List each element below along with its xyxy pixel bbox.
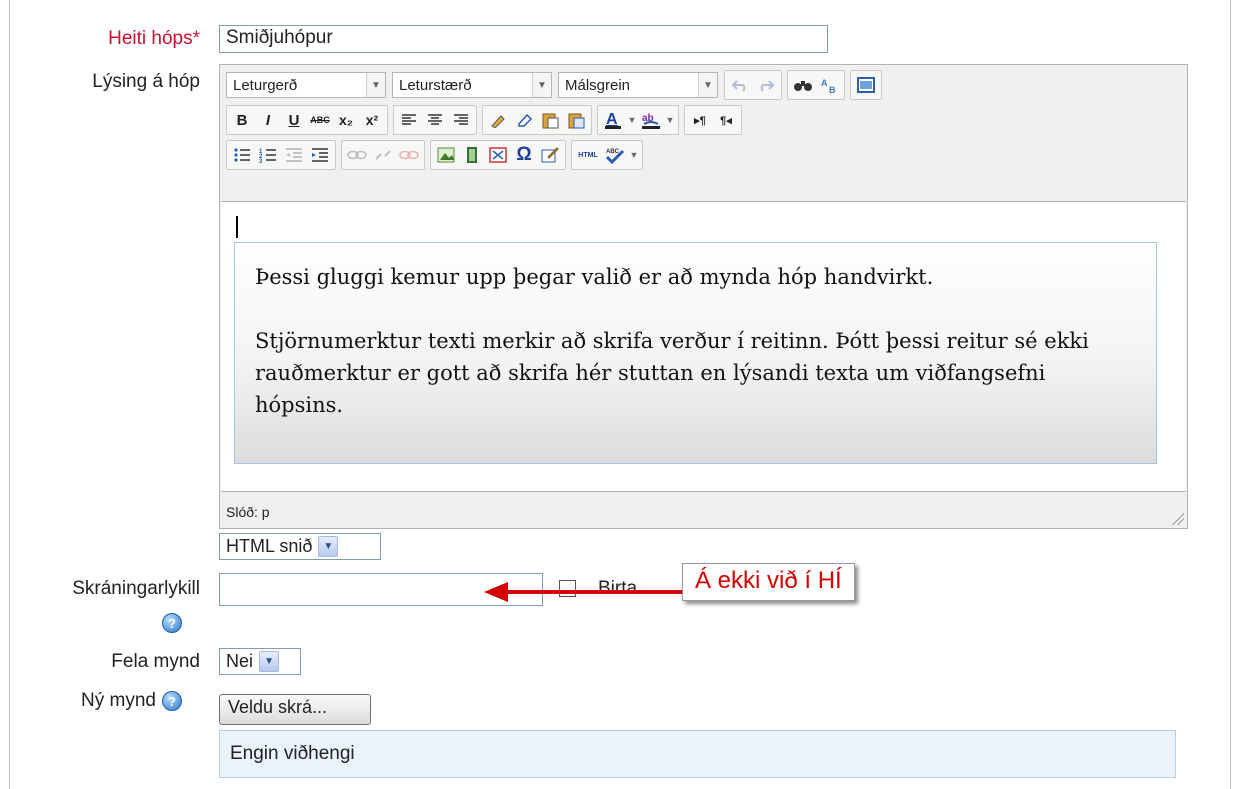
chevron-down-icon: ▼ xyxy=(259,651,280,672)
format-select[interactable]: HTML snið ▼ xyxy=(219,533,381,560)
font-family-select[interactable]: Leturgerð ▼ xyxy=(226,72,386,98)
superscript-icon[interactable]: x² xyxy=(360,108,384,132)
html-source-icon[interactable]: HTML xyxy=(575,143,601,167)
align-left-icon[interactable] xyxy=(397,108,421,132)
eraser-icon[interactable] xyxy=(512,108,536,132)
text-color-icon[interactable]: A xyxy=(601,108,625,132)
chevron-down-icon: ▼ xyxy=(366,73,385,97)
direction-group: ▸¶ ¶◂ xyxy=(684,105,742,135)
omega-icon[interactable]: Ω xyxy=(512,143,536,167)
format-select-value: HTML snið xyxy=(226,536,313,556)
annotation-note: Á ekki við í HÍ xyxy=(682,563,855,601)
source-group: HTML ABC ▼ xyxy=(571,140,643,170)
hide-picture-select-value: Nei xyxy=(226,651,254,671)
anchor-link-icon[interactable] xyxy=(397,143,421,167)
paragraph-select-value: Málsgrein xyxy=(565,76,631,94)
edit-document-icon[interactable] xyxy=(538,143,562,167)
help-icon[interactable]: ? xyxy=(162,613,182,633)
description-label: Lýsing á hóp xyxy=(92,71,200,92)
chevron-down-icon[interactable]: ▼ xyxy=(627,108,637,132)
media-icon[interactable] xyxy=(460,143,484,167)
text-caret xyxy=(236,216,238,238)
strikethrough-icon[interactable]: ABC xyxy=(308,108,332,132)
table-icon[interactable] xyxy=(486,143,510,167)
highlight-color-icon[interactable]: ab xyxy=(639,108,663,132)
align-right-icon[interactable] xyxy=(449,108,473,132)
paste-word-icon[interactable] xyxy=(564,108,588,132)
hide-picture-label: Fela mynd xyxy=(111,651,200,672)
underline-icon[interactable]: U xyxy=(282,108,306,132)
ltr-icon[interactable]: ▸¶ xyxy=(688,108,712,132)
attachments-panel: Engin viðhengi xyxy=(219,730,1176,778)
paste-text-icon[interactable] xyxy=(538,108,562,132)
chevron-down-icon: ▼ xyxy=(318,536,339,557)
indent-icon[interactable] xyxy=(308,143,332,167)
hide-picture-select[interactable]: Nei ▼ xyxy=(219,648,301,675)
replace-icon[interactable]: AB xyxy=(817,73,841,97)
enrolment-key-label: Skráningarlykill xyxy=(72,578,200,599)
left-border-line xyxy=(9,0,10,789)
toolbar-row-3: 123 Ω HTML ABC ▼ xyxy=(226,140,648,170)
bullet-list-icon[interactable] xyxy=(230,143,254,167)
choose-file-button[interactable]: Veldu skrá... xyxy=(219,694,371,725)
insert-group: Ω xyxy=(430,140,566,170)
italic-icon[interactable]: I xyxy=(256,108,280,132)
instruction-callout: Þessi gluggi kemur upp þegar valið er að… xyxy=(234,242,1157,464)
group-name-input[interactable]: Smiðjuhópur xyxy=(219,25,828,53)
right-border-line xyxy=(1230,0,1231,789)
link-group xyxy=(341,140,425,170)
subscript-icon[interactable]: x₂ xyxy=(334,108,358,132)
align-group xyxy=(393,105,477,135)
help-icon[interactable]: ? xyxy=(162,691,182,711)
outdent-icon[interactable] xyxy=(282,143,306,167)
group-name-label: Heiti hóps* xyxy=(20,28,200,50)
cleanup-icon[interactable] xyxy=(486,108,510,132)
list-group: 123 xyxy=(226,140,336,170)
image-icon[interactable] xyxy=(434,143,458,167)
font-family-select-value: Leturgerð xyxy=(233,76,298,94)
align-center-icon[interactable] xyxy=(423,108,447,132)
find-icon[interactable] xyxy=(791,73,815,97)
spellcheck-icon[interactable]: ABC xyxy=(603,143,627,167)
redo-icon[interactable] xyxy=(754,73,778,97)
numbered-list-icon[interactable]: 123 xyxy=(256,143,280,167)
resize-grip-icon[interactable] xyxy=(1172,513,1184,525)
clipboard-group xyxy=(482,105,592,135)
undo-redo-group xyxy=(724,70,782,100)
bold-icon[interactable]: B xyxy=(230,108,254,132)
font-size-select-value: Leturstærð xyxy=(399,76,472,94)
fullscreen-icon[interactable] xyxy=(854,73,878,97)
element-path: Slóð: p xyxy=(226,504,270,520)
chevron-down-icon: ▼ xyxy=(698,73,717,97)
chevron-down-icon[interactable]: ▼ xyxy=(665,108,675,132)
editor-content-area[interactable]: Þessi gluggi kemur upp þegar valið er að… xyxy=(221,201,1186,492)
callout-paragraph-1: Þessi gluggi kemur upp þegar valið er að… xyxy=(255,265,934,289)
link-icon[interactable] xyxy=(345,143,369,167)
required-asterisk: * xyxy=(192,28,200,49)
annotation-arrow-icon xyxy=(484,582,686,602)
color-group: A ▼ ab ▼ xyxy=(597,105,679,135)
fullscreen-group xyxy=(850,70,882,100)
search-group: AB xyxy=(787,70,845,100)
toolbar-row-2: B I U ABC x₂ x² A ▼ ab ▼ ▸¶ ¶◂ xyxy=(226,105,747,135)
toolbar-row-1: Leturgerð ▼ Leturstærð ▼ Málsgrein ▼ AB xyxy=(226,70,887,100)
rich-text-editor: Leturgerð ▼ Leturstærð ▼ Málsgrein ▼ AB … xyxy=(219,64,1188,529)
svg-text:3: 3 xyxy=(259,159,263,163)
chevron-down-icon[interactable]: ▼ xyxy=(629,143,639,167)
svg-text:A: A xyxy=(821,78,828,88)
svg-text:ABC: ABC xyxy=(606,149,620,155)
undo-icon[interactable] xyxy=(728,73,752,97)
text-style-group: B I U ABC x₂ x² xyxy=(226,105,388,135)
font-size-select[interactable]: Leturstærð ▼ xyxy=(392,72,552,98)
callout-paragraph-2: Stjörnumerktur texti merkir að skrifa ve… xyxy=(255,329,1089,417)
svg-text:B: B xyxy=(829,85,836,94)
rtl-icon[interactable]: ¶◂ xyxy=(714,108,738,132)
chevron-down-icon: ▼ xyxy=(532,73,551,97)
paragraph-select[interactable]: Málsgrein ▼ xyxy=(558,72,718,98)
svg-text:A: A xyxy=(606,111,618,128)
new-picture-label: Ný mynd xyxy=(81,690,156,711)
group-name-label-text: Heiti hóps xyxy=(108,28,193,49)
unlink-icon[interactable] xyxy=(371,143,395,167)
